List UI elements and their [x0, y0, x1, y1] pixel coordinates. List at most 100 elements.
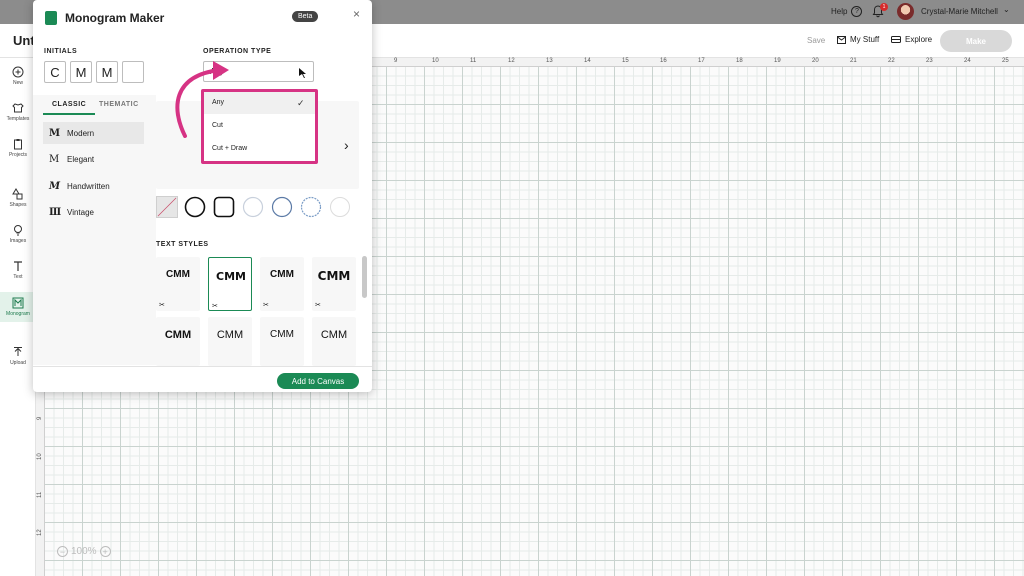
save-button[interactable]: Save: [807, 36, 825, 45]
rail-item-label: Templates: [6, 116, 30, 122]
clipboard-icon: [14, 139, 22, 150]
ruler-tick: 16: [660, 58, 667, 64]
rail-item-label: Shapes: [9, 202, 27, 208]
text-style-card-selected[interactable]: CMM ✂: [208, 257, 252, 311]
chevron-down-icon[interactable]: ⌄: [1003, 5, 1010, 14]
option-label: Cut + Draw: [212, 145, 248, 152]
close-icon[interactable]: ×: [353, 7, 360, 21]
text-style-preview: CMM: [317, 269, 351, 283]
bulb-icon: [14, 225, 22, 236]
scissors-icon: ✂: [315, 302, 321, 309]
text-style-preview: CMM: [270, 329, 294, 340]
rail-item-text[interactable]: Text: [0, 260, 36, 280]
add-to-canvas-button[interactable]: Add to Canvas: [277, 373, 359, 389]
scissors-icon: ✂: [212, 303, 218, 310]
frame-circle-faint-option[interactable]: [329, 196, 351, 218]
rail-item-label: Projects: [8, 152, 28, 158]
ruler-tick: 17: [698, 58, 705, 64]
my-stuff-button[interactable]: My Stuff: [837, 35, 879, 44]
ruler-tick: 19: [774, 58, 781, 64]
rail-item-label: Upload: [10, 360, 26, 366]
ruler-tick: 15: [622, 58, 629, 64]
my-stuff-label: My Stuff: [850, 35, 880, 44]
ruler-tick: 14: [584, 58, 591, 64]
text-style-preview: CMM: [216, 329, 244, 341]
beta-badge: Beta: [292, 11, 319, 22]
rail-item-templates[interactable]: Templates: [0, 102, 36, 122]
style-item-vintage[interactable]: Ⅲ Vintage: [43, 201, 144, 223]
rail-item-label: Text: [13, 274, 23, 280]
zoom-level: 100%: [71, 546, 97, 557]
explore-button[interactable]: Explore: [891, 35, 932, 44]
modern-icon: M: [49, 127, 61, 139]
style-category-panel: CLASSIC THEMATIC M Modern M Elegant M Ha…: [33, 95, 156, 365]
text-style-card[interactable]: CMM: [156, 317, 200, 366]
style-item-elegant[interactable]: M Elegant: [43, 148, 144, 170]
style-item-label: Handwritten: [67, 181, 110, 191]
frame-none-option[interactable]: [156, 196, 178, 218]
style-item-label: Elegant: [67, 154, 95, 164]
scrollbar[interactable]: [362, 256, 367, 298]
frame-circle-blue-option[interactable]: [271, 196, 293, 218]
rail-item-label: Monogram: [6, 311, 30, 317]
text-styles-label: TEXT STYLES: [156, 241, 209, 248]
ruler-tick: 11: [470, 58, 477, 64]
zoom-in-button[interactable]: +: [99, 546, 111, 557]
ruler-tick: 20: [812, 58, 819, 64]
handwritten-icon: M: [49, 180, 61, 192]
rail-item-new[interactable]: New: [0, 66, 36, 86]
text-style-card[interactable]: CMM ✂: [156, 257, 200, 311]
rail-item-label: New: [12, 80, 23, 86]
option-cut-draw[interactable]: Cut + Draw: [204, 138, 315, 160]
mouse-cursor-icon: [299, 68, 306, 78]
text-icon: [14, 261, 22, 271]
vintage-icon: Ⅲ: [49, 206, 62, 218]
initial-input-4[interactable]: [122, 61, 144, 83]
rail-item-projects[interactable]: Projects: [0, 138, 36, 158]
initial-input-1[interactable]: C: [44, 61, 66, 83]
frame-circle-option[interactable]: [184, 196, 206, 218]
make-button[interactable]: Make: [940, 30, 1012, 52]
frame-circle-dotted-option[interactable]: [300, 196, 322, 218]
elegant-icon: M: [49, 153, 60, 165]
avatar[interactable]: [897, 3, 914, 20]
zoom-control: − 100% +: [57, 546, 111, 557]
help-button[interactable]: Help ?: [831, 6, 863, 17]
text-style-card[interactable]: CMM: [208, 317, 252, 366]
ruler-tick: 25: [1002, 58, 1009, 64]
monogram-maker-dialog: Monogram Maker Beta × INITIALS C M M OPE…: [33, 0, 372, 392]
chevron-right-icon[interactable]: ›: [344, 137, 349, 153]
text-style-preview: CMM: [164, 329, 192, 341]
ruler-tick: 12: [37, 529, 43, 536]
ruler-tick: 23: [926, 58, 933, 64]
ruler-tick: 11: [37, 491, 43, 498]
ruler-tick: 24: [964, 58, 971, 64]
zoom-out-button[interactable]: −: [57, 546, 68, 557]
shapes-icon: [12, 188, 23, 200]
style-item-handwritten[interactable]: M Handwritten: [43, 175, 144, 197]
frame-circle-light-option[interactable]: [242, 196, 264, 218]
style-item-modern[interactable]: M Modern: [43, 122, 144, 144]
text-style-card[interactable]: CMM ✂: [260, 257, 304, 311]
ruler-tick: 13: [546, 58, 553, 64]
rail-item-images[interactable]: Images: [0, 224, 36, 244]
monogram-icon: [12, 297, 24, 309]
text-style-card[interactable]: CMM: [312, 317, 356, 366]
text-style-card[interactable]: CMM: [260, 317, 304, 366]
scissors-icon: ✂: [263, 302, 269, 309]
rail-item-monogram[interactable]: Monogram: [0, 292, 36, 322]
initial-input-3[interactable]: M: [96, 61, 118, 83]
rail-item-upload[interactable]: Upload: [0, 346, 36, 366]
ruler-tick: 9: [394, 58, 398, 64]
tab-thematic[interactable]: THEMATIC: [99, 101, 139, 108]
initial-input-2[interactable]: M: [70, 61, 92, 83]
user-name[interactable]: Crystal-Marie Mitchell: [921, 7, 998, 16]
tab-classic[interactable]: CLASSIC: [52, 101, 86, 108]
rail-item-shapes[interactable]: Shapes: [0, 188, 36, 208]
footer-divider: [33, 366, 372, 367]
text-style-card[interactable]: CMM ✂: [312, 257, 356, 311]
text-style-preview: CMM: [166, 269, 190, 280]
frame-rounded-square-option[interactable]: [213, 196, 235, 218]
monogram-logo-icon: [45, 11, 57, 25]
help-icon: ?: [851, 6, 863, 17]
